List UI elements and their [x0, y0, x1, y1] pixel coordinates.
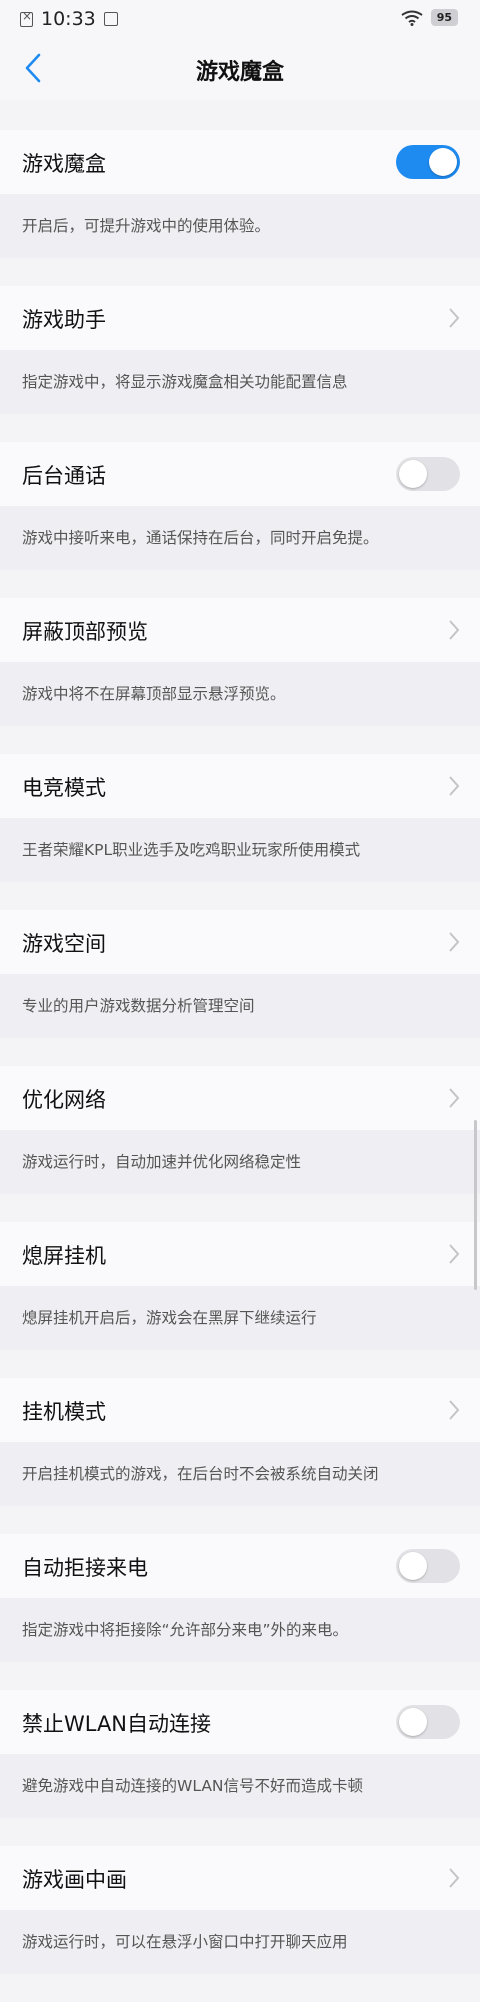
page-title: 游戏魔盒 — [195, 60, 284, 85]
settings-group: 游戏空间专业的用户游戏数据分析管理空间 — [0, 910, 480, 1038]
chevron-right-icon — [449, 1868, 460, 1888]
setting-description-text: 游戏运行时，可以在悬浮小窗口中打开聊天应用 — [22, 1933, 348, 1951]
setting-label: 电竞模式 — [22, 776, 106, 800]
status-left: 10:33 — [20, 8, 118, 30]
toggle-knob — [399, 1552, 427, 1580]
chevron-right-icon — [449, 1400, 460, 1420]
setting-row[interactable]: 电竞模式 — [0, 754, 480, 818]
setting-description: 指定游戏中将拒接除“允许部分来电”外的来电。 — [0, 1598, 480, 1662]
setting-description: 游戏运行时，自动加速并优化网络稳定性 — [0, 1130, 480, 1194]
toggle-switch[interactable] — [396, 457, 460, 491]
setting-description: 专业的用户游戏数据分析管理空间 — [0, 974, 480, 1038]
setting-label: 游戏画中画 — [22, 1868, 127, 1892]
setting-row[interactable]: 挂机模式 — [0, 1378, 480, 1442]
battery-icon: 95 — [430, 9, 458, 26]
toggle-knob — [399, 460, 427, 488]
settings-list: 游戏魔盒开启后，可提升游戏中的使用体验。游戏助手指定游戏中，将显示游戏魔盒相关功… — [0, 130, 480, 2002]
toggle-switch[interactable] — [396, 1705, 460, 1739]
sim-icon — [20, 9, 33, 27]
setting-label: 优化网络 — [22, 1088, 106, 1112]
setting-row[interactable]: 游戏魔盒 — [0, 130, 480, 194]
setting-label: 后台通话 — [22, 464, 106, 488]
setting-description: 游戏运行时，可以在悬浮小窗口中打开聊天应用 — [0, 1910, 480, 1974]
setting-row[interactable]: 后台通话 — [0, 442, 480, 506]
setting-description-text: 游戏中将不在屏幕顶部显示悬浮预览。 — [22, 685, 286, 703]
setting-description: 开启后，可提升游戏中的使用体验。 — [0, 194, 480, 258]
setting-description: 游戏中将不在屏幕顶部显示悬浮预览。 — [0, 662, 480, 726]
setting-description: 指定游戏中，将显示游戏魔盒相关功能配置信息 — [0, 350, 480, 414]
setting-description-text: 游戏中接听来电，通话保持在后台，同时开启免提。 — [22, 529, 379, 547]
setting-label: 游戏助手 — [22, 308, 106, 332]
nav-header: 游戏魔盒 — [0, 38, 480, 100]
setting-row[interactable]: 禁止WLAN自动连接 — [0, 1690, 480, 1754]
settings-group: 优化网络游戏运行时，自动加速并优化网络稳定性 — [0, 1066, 480, 1194]
setting-row[interactable]: 游戏画中画 — [0, 1846, 480, 1910]
settings-group: 游戏助手指定游戏中，将显示游戏魔盒相关功能配置信息 — [0, 286, 480, 414]
toggle-knob — [399, 1708, 427, 1736]
setting-description: 王者荣耀KPL职业选手及吃鸡职业玩家所使用模式 — [0, 818, 480, 882]
toggle-knob — [429, 148, 457, 176]
setting-label: 游戏魔盒 — [22, 152, 106, 176]
wifi-icon — [401, 10, 423, 26]
chevron-right-icon — [449, 932, 460, 952]
setting-description-text: 王者荣耀KPL职业选手及吃鸡职业玩家所使用模式 — [22, 841, 361, 859]
setting-row[interactable]: 自动拒接来电 — [0, 1534, 480, 1598]
setting-description-text: 开启后，可提升游戏中的使用体验。 — [22, 217, 271, 235]
setting-description: 游戏中接听来电，通话保持在后台，同时开启免提。 — [0, 506, 480, 570]
status-time: 10:33 — [41, 8, 96, 30]
setting-row[interactable]: 屏蔽顶部预览 — [0, 598, 480, 662]
setting-row[interactable]: 游戏空间 — [0, 910, 480, 974]
setting-description-text: 专业的用户游戏数据分析管理空间 — [22, 997, 255, 1015]
setting-row[interactable]: 游戏助手 — [0, 286, 480, 350]
settings-group: 挂机模式开启挂机模式的游戏，在后台时不会被系统自动关闭 — [0, 1378, 480, 1506]
settings-group: 后台通话游戏中接听来电，通话保持在后台，同时开启免提。 — [0, 442, 480, 570]
settings-group: 电竞模式王者荣耀KPL职业选手及吃鸡职业玩家所使用模式 — [0, 754, 480, 882]
scrollbar[interactable] — [474, 1120, 477, 1290]
setting-description-text: 指定游戏中将拒接除“允许部分来电”外的来电。 — [22, 1621, 349, 1639]
setting-row[interactable]: 熄屏挂机 — [0, 1222, 480, 1286]
settings-group: 禁止WLAN自动连接避免游戏中自动连接的WLAN信号不好而造成卡顿 — [0, 1690, 480, 1818]
setting-label: 屏蔽顶部预览 — [22, 620, 148, 644]
chevron-right-icon — [449, 308, 460, 328]
setting-label: 熄屏挂机 — [22, 1244, 106, 1268]
settings-group: 熄屏挂机熄屏挂机开启后，游戏会在黑屏下继续运行 — [0, 1222, 480, 1350]
settings-group: 自动拒接来电指定游戏中将拒接除“允许部分来电”外的来电。 — [0, 1534, 480, 1662]
settings-group: 游戏魔盒开启后，可提升游戏中的使用体验。 — [0, 130, 480, 258]
chevron-right-icon — [449, 1244, 460, 1264]
settings-group: 游戏画中画游戏运行时，可以在悬浮小窗口中打开聊天应用 — [0, 1846, 480, 1974]
status-right: 95 — [401, 9, 458, 26]
chevron-right-icon — [449, 776, 460, 796]
status-bar: 10:33 95 — [0, 0, 480, 38]
setting-description-text: 避免游戏中自动连接的WLAN信号不好而造成卡顿 — [22, 1777, 364, 1795]
setting-description: 避免游戏中自动连接的WLAN信号不好而造成卡顿 — [0, 1754, 480, 1818]
setting-description-text: 指定游戏中，将显示游戏魔盒相关功能配置信息 — [22, 373, 348, 391]
notification-icon — [103, 12, 118, 26]
setting-label: 禁止WLAN自动连接 — [22, 1712, 212, 1736]
setting-description: 开启挂机模式的游戏，在后台时不会被系统自动关闭 — [0, 1442, 480, 1506]
setting-label: 挂机模式 — [22, 1400, 106, 1424]
chevron-right-icon — [449, 620, 460, 640]
setting-description-text: 游戏运行时，自动加速并优化网络稳定性 — [22, 1153, 302, 1171]
chevron-right-icon — [449, 1088, 460, 1108]
toggle-switch[interactable] — [396, 145, 460, 179]
setting-label: 自动拒接来电 — [22, 1556, 148, 1580]
setting-label: 游戏空间 — [22, 932, 106, 956]
setting-description-text: 开启挂机模式的游戏，在后台时不会被系统自动关闭 — [22, 1465, 379, 1483]
setting-description: 熄屏挂机开启后，游戏会在黑屏下继续运行 — [0, 1286, 480, 1350]
settings-group: 屏蔽顶部预览游戏中将不在屏幕顶部显示悬浮预览。 — [0, 598, 480, 726]
setting-row[interactable]: 优化网络 — [0, 1066, 480, 1130]
setting-description-text: 熄屏挂机开启后，游戏会在黑屏下继续运行 — [22, 1309, 317, 1327]
toggle-switch[interactable] — [396, 1549, 460, 1583]
